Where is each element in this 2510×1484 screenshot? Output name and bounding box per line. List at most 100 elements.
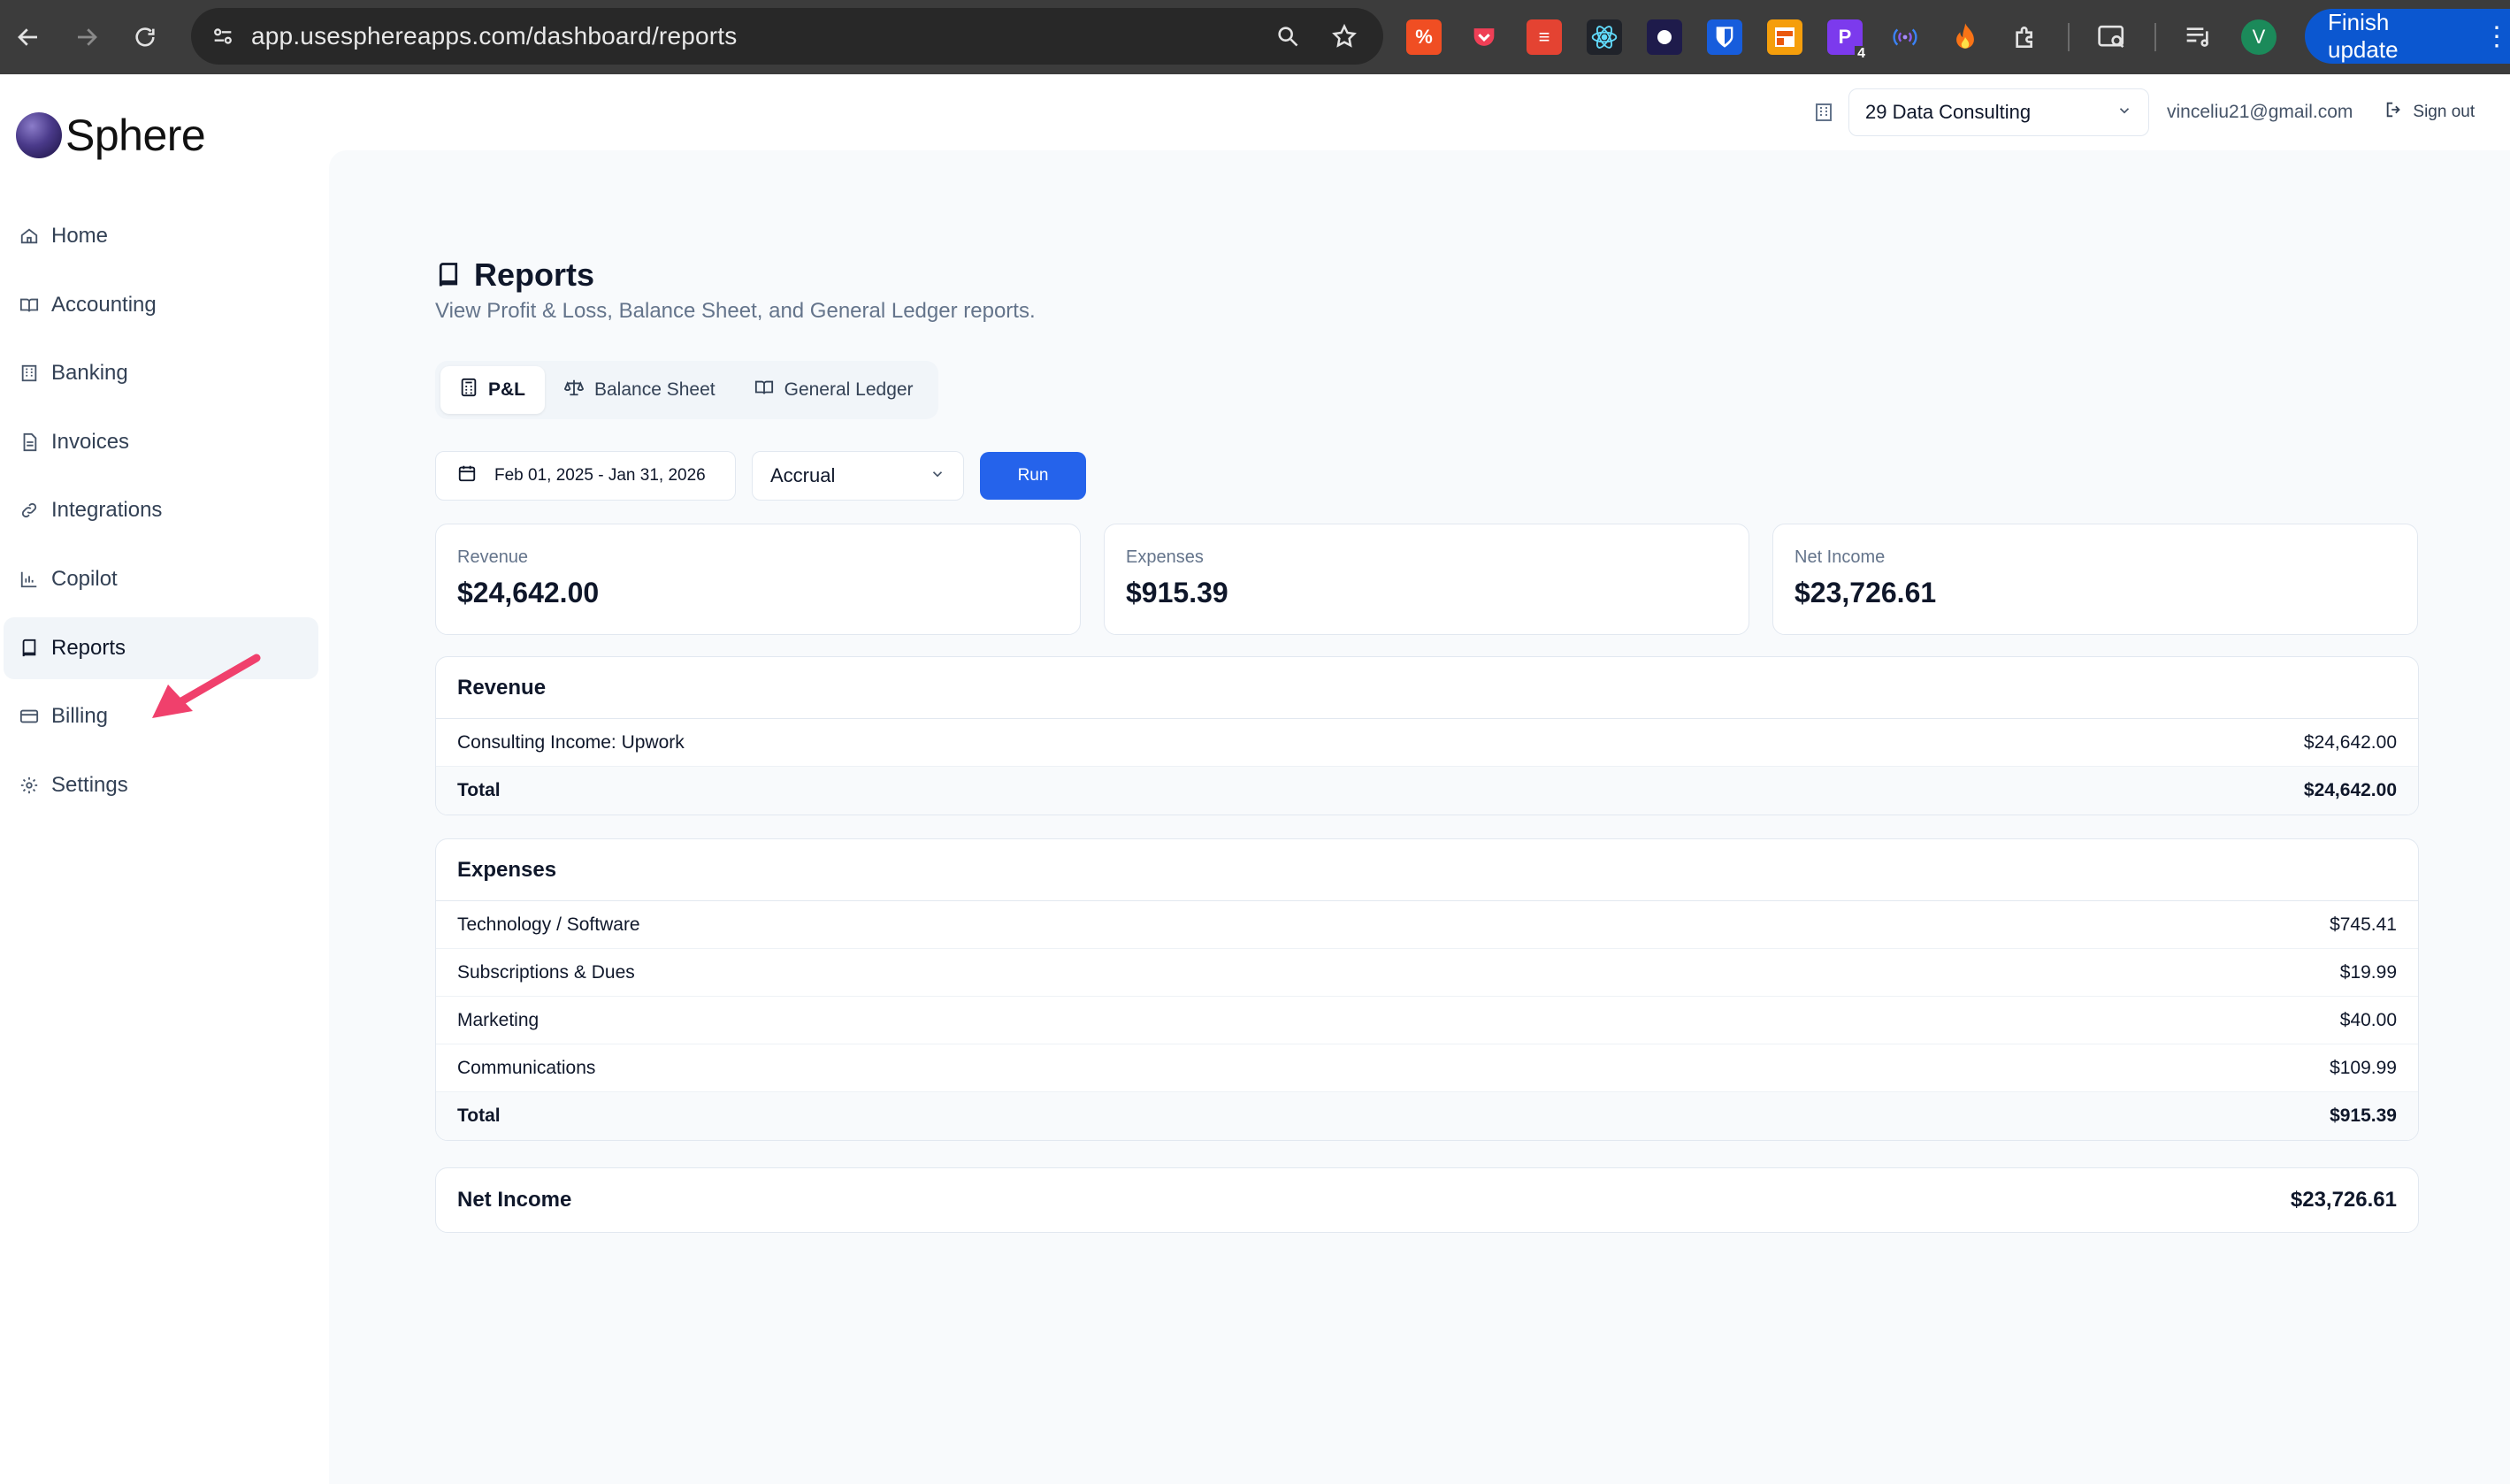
file-text-icon: [18, 431, 41, 454]
extension-dot-icon[interactable]: [1647, 19, 1682, 55]
link-icon: [18, 499, 41, 522]
tab-pnl[interactable]: P&L: [440, 366, 545, 414]
finish-update-button[interactable]: Finish update ⋮: [2305, 9, 2510, 64]
bookmark-star-icon[interactable]: [1327, 19, 1362, 54]
summary-label: Revenue: [457, 547, 529, 567]
extension-p-icon[interactable]: P4: [1827, 19, 1868, 62]
log-out-icon: [2384, 100, 2404, 125]
report-controls: Feb 01, 2025 - Jan 31, 2026 Accrual Run: [435, 451, 1086, 501]
summary-card-net-income: Net Income $23,726.61: [1772, 524, 2418, 635]
building-icon: [1813, 102, 1834, 123]
more-menu-icon[interactable]: ⋮: [2483, 21, 2510, 52]
table-row: Communications $109.99: [436, 1044, 2418, 1092]
sidebar-item-label: Reports: [51, 635, 126, 660]
tab-balance-sheet[interactable]: Balance Sheet: [545, 366, 735, 414]
brand-logo[interactable]: Sphere: [16, 110, 206, 161]
scale-icon: [563, 378, 585, 402]
organization-select[interactable]: 29 Data Consulting: [1848, 88, 2149, 136]
total-row: Total $24,642.00: [436, 767, 2418, 815]
tab-label: P&L: [488, 379, 525, 400]
chevron-down-icon: [930, 464, 945, 487]
toolbar-divider: [2068, 23, 2070, 51]
row-amount: $109.99: [2330, 1057, 2397, 1078]
row-amount: $24,642.00: [2303, 731, 2397, 753]
finish-update-label: Finish update: [2328, 9, 2399, 63]
fire-icon[interactable]: [1948, 19, 1983, 55]
sidebar-item-home[interactable]: Home: [4, 205, 318, 267]
total-row: Total $915.39: [436, 1092, 2418, 1140]
sidebar-nav: Home Accounting Banking Invoices Integra…: [4, 205, 318, 822]
organization-select-value: 29 Data Consulting: [1865, 101, 2032, 123]
extensions-bar: % ≡ P4 V: [1406, 16, 2277, 62]
home-icon: [18, 225, 41, 248]
run-button[interactable]: Run: [980, 452, 1086, 500]
net-income-label: Net Income: [457, 1188, 572, 1212]
row-amount: $19.99: [2339, 961, 2397, 983]
row-account: Communications: [457, 1057, 596, 1078]
zoom-icon[interactable]: [1270, 19, 1305, 54]
summary-card-expenses: Expenses $915.39: [1104, 524, 1749, 635]
reload-icon[interactable]: [127, 19, 163, 55]
summary-value: $915.39: [1126, 577, 1228, 608]
accounting-basis-select[interactable]: Accrual: [752, 451, 964, 501]
sidebar-item-label: Copilot: [51, 566, 118, 591]
bar-chart-icon: [18, 568, 41, 591]
expenses-section: Expenses Technology / Software $745.41 S…: [435, 838, 2419, 1141]
page-title: Reports: [435, 256, 594, 294]
summary-label: Net Income: [1794, 547, 1886, 567]
sidebar-item-invoices[interactable]: Invoices: [4, 411, 318, 473]
forward-icon[interactable]: [69, 19, 104, 55]
bitwarden-icon[interactable]: [1707, 19, 1742, 55]
sidebar-item-label: Invoices: [51, 429, 130, 454]
url-text: app.usesphereapps.com/dashboard/reports: [251, 22, 738, 50]
row-account: Marketing: [457, 1009, 539, 1030]
sidebar-item-accounting[interactable]: Accounting: [4, 274, 318, 336]
sidebar-item-copilot[interactable]: Copilot: [4, 548, 318, 610]
book-open-icon: [754, 378, 774, 402]
react-devtools-icon[interactable]: [1587, 19, 1622, 55]
date-range-picker[interactable]: Feb 01, 2025 - Jan 31, 2026: [435, 451, 736, 501]
total-label: Total: [457, 780, 501, 800]
row-amount: $745.41: [2330, 914, 2397, 935]
report-tabs: P&L Balance Sheet General Ledger: [435, 361, 938, 419]
summary-cards: Revenue $24,642.00 Expenses $915.39 Net …: [435, 524, 2418, 635]
book-icon: [18, 637, 41, 660]
table-row: Technology / Software $745.41: [436, 901, 2418, 949]
broadcast-icon[interactable]: [1887, 19, 1923, 55]
sidebar-item-label: Accounting: [51, 292, 157, 317]
tab-search-icon[interactable]: [2094, 19, 2130, 55]
extensions-puzzle-icon[interactable]: [2008, 19, 2043, 55]
address-bar[interactable]: app.usesphereapps.com/dashboard/reports: [191, 8, 1383, 65]
media-queue-icon[interactable]: [2181, 19, 2216, 55]
row-amount: $40.00: [2339, 1009, 2397, 1030]
site-info-icon[interactable]: [205, 19, 241, 54]
annotation-arrow-icon: [152, 654, 261, 718]
profile-avatar[interactable]: V: [2241, 19, 2277, 55]
sidebar-item-banking[interactable]: Banking: [4, 342, 318, 404]
sphere-logo-icon: [16, 112, 62, 158]
total-label: Total: [457, 1105, 501, 1126]
todoist-icon[interactable]: ≡: [1527, 19, 1562, 55]
extension-grid-icon[interactable]: [1767, 19, 1802, 55]
summary-label: Expenses: [1126, 547, 1204, 567]
basis-value: Accrual: [770, 464, 836, 486]
page-title-text: Reports: [474, 256, 595, 293]
tab-general-ledger[interactable]: General Ledger: [735, 366, 933, 414]
page-subtitle: View Profit & Loss, Balance Sheet, and G…: [435, 299, 1036, 323]
sidebar-item-settings[interactable]: Settings: [4, 754, 318, 816]
sidebar-item-integrations[interactable]: Integrations: [4, 479, 318, 541]
row-account: Subscriptions & Dues: [457, 961, 635, 983]
back-icon[interactable]: [11, 19, 46, 55]
table-row: Subscriptions & Dues $19.99: [436, 949, 2418, 997]
sign-out-button[interactable]: Sign out: [2384, 100, 2475, 125]
calculator-icon: [460, 378, 478, 402]
summary-card-revenue: Revenue $24,642.00: [435, 524, 1081, 635]
revenue-section: Revenue Consulting Income: Upwork $24,64…: [435, 656, 2419, 815]
pocket-icon[interactable]: [1466, 19, 1502, 55]
tab-label: Balance Sheet: [594, 379, 716, 400]
sidebar-item-label: Integrations: [51, 498, 163, 523]
table-row: Marketing $40.00: [436, 997, 2418, 1044]
extension-icon-1[interactable]: %: [1406, 19, 1442, 55]
section-title: Expenses: [436, 839, 2418, 901]
chevron-down-icon: [2116, 101, 2132, 124]
